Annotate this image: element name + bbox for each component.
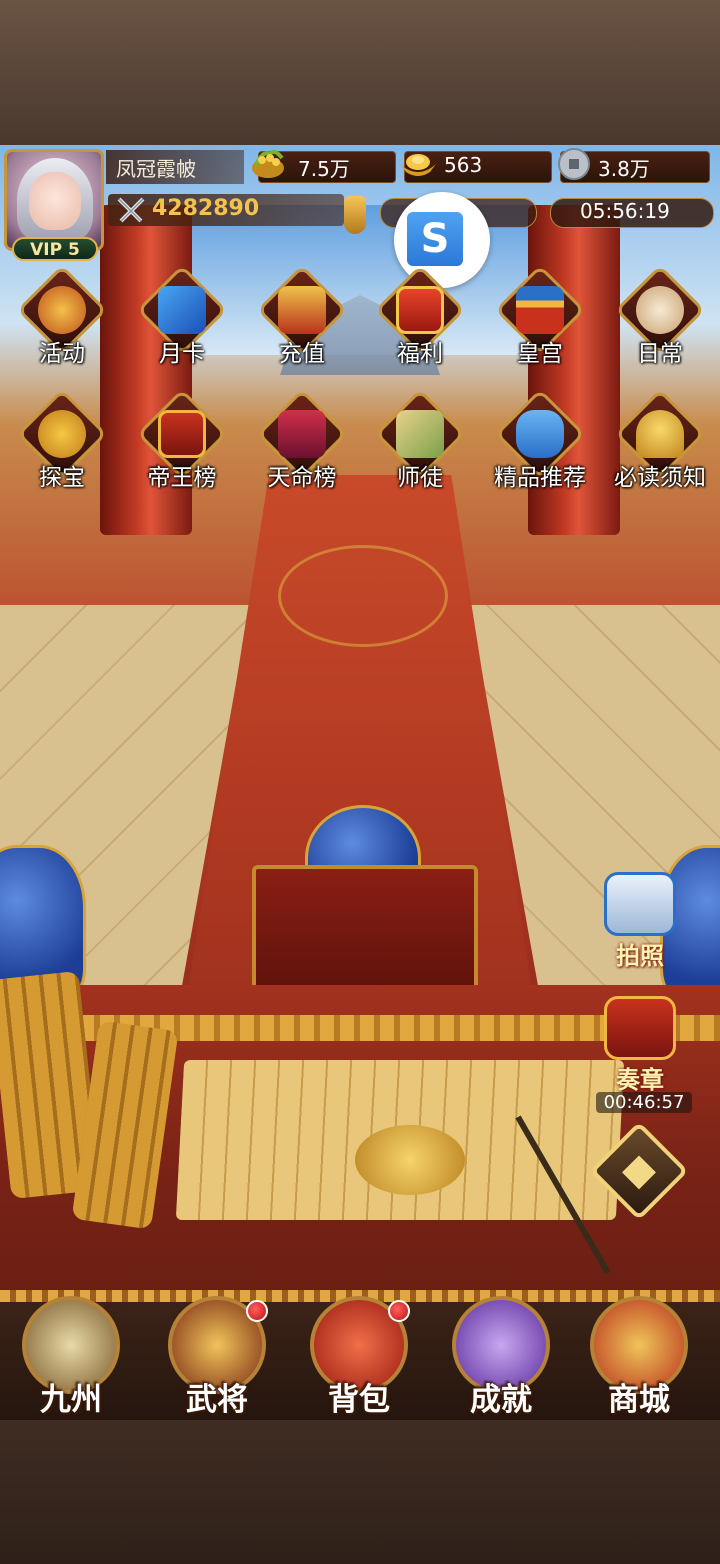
menu-label: 精品推荐 xyxy=(494,465,586,491)
menu-label: 月卡 xyxy=(159,341,205,367)
nav-label: 商城 xyxy=(608,1382,670,1418)
menu-label: 活动 xyxy=(39,341,85,367)
menu-recharge[interactable]: 充值 xyxy=(252,264,352,388)
menu-label: 福利 xyxy=(397,341,443,367)
nav-generals[interactable]: 武将 xyxy=(162,1296,272,1418)
menu-label: 探宝 xyxy=(39,465,85,491)
imperial-seal[interactable] xyxy=(355,1125,465,1195)
menu-welfare[interactable]: 福利 xyxy=(370,264,470,388)
treasure-chest-icon xyxy=(278,286,326,334)
drum-icon xyxy=(38,286,86,334)
menu-palace[interactable]: 皇宫 xyxy=(490,264,590,388)
memorial-timer: 00:46:57 xyxy=(596,1092,692,1113)
scroll-banner-icon xyxy=(158,410,206,458)
money-bag-icon xyxy=(38,410,86,458)
nav-shop[interactable]: 商城 xyxy=(584,1296,694,1418)
palace-icon xyxy=(516,286,564,334)
vip-badge[interactable]: VIP 5 xyxy=(12,237,98,261)
menu-treasure-hunt[interactable]: 探宝 xyxy=(12,388,112,512)
notification-dot xyxy=(388,1300,410,1322)
menu-label: 充值 xyxy=(279,341,325,367)
gold-ingot-icon xyxy=(400,154,436,176)
player-name: 凤冠霞帔 xyxy=(116,157,196,181)
menu-activity[interactable]: 活动 xyxy=(12,264,112,388)
clock-text: 05:56:19 xyxy=(580,199,670,223)
nav-jiuzhou[interactable]: 九州 xyxy=(16,1296,126,1418)
camera-icon xyxy=(604,872,676,936)
combat-power-value: 4282890 xyxy=(152,196,260,221)
book-icon xyxy=(396,410,444,458)
notification-dot xyxy=(246,1300,268,1322)
menu-label: 帝王榜 xyxy=(147,465,217,491)
crossed-swords-icon xyxy=(117,197,145,223)
nav-backpack[interactable]: 背包 xyxy=(304,1296,414,1418)
menu-daily[interactable]: 日常 xyxy=(610,264,710,388)
nav-achievements[interactable]: 成就 xyxy=(446,1296,556,1418)
gold-value: 563 xyxy=(444,153,483,177)
menu-label: 师徒 xyxy=(397,465,443,491)
avatar-face xyxy=(29,172,81,230)
bell-icon xyxy=(636,410,684,458)
nav-label: 九州 xyxy=(40,1382,102,1418)
daily-drum-icon xyxy=(636,286,684,334)
nav-label: 背包 xyxy=(328,1382,390,1418)
menu-label: 日常 xyxy=(637,341,683,367)
menu-monthly-card[interactable]: 月卡 xyxy=(132,264,232,388)
gamepad-icon xyxy=(516,410,564,458)
menu-recommended[interactable]: 精品推荐 xyxy=(490,388,590,512)
silver-coin-icon xyxy=(558,148,590,180)
grain-icon xyxy=(252,149,284,178)
memorial-label: 奏章 xyxy=(616,1066,664,1094)
bottom-letterbox xyxy=(0,1420,720,1564)
menu-destiny-ranking[interactable]: 天命榜 xyxy=(252,388,352,512)
menu-mentorship[interactable]: 师徒 xyxy=(370,388,470,512)
nav-label: 成就 xyxy=(470,1382,532,1418)
assistant-s-icon: S xyxy=(407,212,463,266)
silver-value: 3.8万 xyxy=(598,157,650,181)
player-avatar[interactable] xyxy=(4,149,104,251)
dragon-emblem xyxy=(278,545,448,647)
photo-button[interactable]: 拍照 xyxy=(598,872,682,971)
nav-label: 武将 xyxy=(186,1382,248,1418)
throne-railing xyxy=(252,865,478,1003)
photo-label: 拍照 xyxy=(616,942,664,970)
menu-must-read[interactable]: 必读须知 xyxy=(610,388,710,512)
bell-ornament xyxy=(344,196,366,234)
menu-label: 皇宫 xyxy=(517,341,563,367)
menu-label: 天命榜 xyxy=(267,465,337,491)
memorial-book-icon xyxy=(604,996,676,1060)
menu-label: 必读须知 xyxy=(614,465,706,491)
card-icon xyxy=(158,286,206,334)
direction-pad-center xyxy=(622,1155,656,1190)
grain-value: 7.5万 xyxy=(298,157,350,181)
status-bar-area xyxy=(0,0,720,145)
banner-icon xyxy=(278,410,326,458)
gift-box-icon xyxy=(396,286,444,334)
floating-assistant-button[interactable]: S xyxy=(394,192,490,288)
memorial-button[interactable]: 奏章 xyxy=(598,996,682,1095)
menu-emperor-ranking[interactable]: 帝王榜 xyxy=(132,388,232,512)
